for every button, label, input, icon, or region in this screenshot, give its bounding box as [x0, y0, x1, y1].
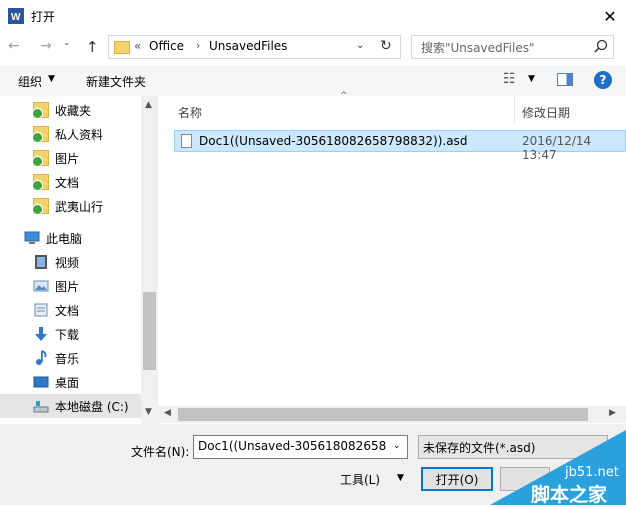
forward-button[interactable]: →: [40, 38, 60, 58]
folder-icon: [32, 102, 49, 119]
chevron-down-icon[interactable]: ⌄: [356, 40, 364, 51]
help-button[interactable]: ?: [594, 71, 612, 89]
folder-icon: [32, 150, 49, 167]
help-icon: ?: [599, 73, 607, 87]
music-icon: [36, 350, 47, 365]
scroll-thumb[interactable]: [178, 408, 588, 421]
folder-icon: [32, 198, 49, 215]
nav-item-this-pc[interactable]: 此电脑: [24, 226, 82, 250]
chevron-down-icon[interactable]: ▼: [397, 473, 404, 483]
video-icon: [35, 255, 47, 269]
chevron-down-icon[interactable]: ▼: [48, 74, 55, 84]
nav-item-label: 文档: [55, 175, 80, 190]
nav-item-videos[interactable]: 视频: [33, 250, 79, 274]
breadcrumb-office[interactable]: Office: [149, 39, 184, 53]
search-icon[interactable]: [593, 38, 609, 56]
watermark-brand: 脚本之家: [531, 484, 608, 506]
download-icon: [35, 327, 47, 341]
sort-ascending-icon: ^: [340, 91, 348, 101]
search-placeholder: 搜索"UnsavedFiles": [421, 41, 535, 55]
folder-icon: [32, 126, 49, 143]
scroll-left-icon[interactable]: ◀: [164, 408, 171, 418]
nav-item-downloads[interactable]: 下载: [33, 322, 79, 346]
navigation-pane: 收藏夹 私人资料 图片 文档 武夷山行 此电脑 视频 图片 文档 下载 音乐 桌…: [0, 96, 158, 424]
computer-icon: [24, 231, 40, 244]
tools-button[interactable]: 工具(L): [340, 471, 380, 488]
organize-button[interactable]: 组织: [18, 73, 42, 90]
folder-icon: [114, 41, 130, 54]
nav-item-documents-pinned[interactable]: 文档: [32, 170, 80, 194]
file-name: Doc1((Unsaved-305618082658798832)).asd: [199, 134, 468, 148]
nav-pane-scrollbar[interactable]: ▲ ▼: [141, 96, 158, 424]
svg-text:W: W: [11, 12, 21, 23]
filename-value: Doc1((Unsaved-30561808265879: [198, 439, 386, 453]
close-icon: ✕: [603, 6, 617, 26]
nav-item-private[interactable]: 私人资料: [32, 122, 104, 146]
nav-item-label: 文档: [55, 303, 80, 318]
close-button[interactable]: ✕: [596, 2, 624, 30]
command-toolbar: 组织 ▼ 新建文件夹 ☷ ▼ ?: [0, 66, 626, 96]
scroll-right-icon[interactable]: ▶: [609, 408, 616, 418]
address-bar[interactable]: « Office › UnsavedFiles ⌄ ↻: [108, 35, 401, 59]
nav-item-label: 图片: [55, 279, 80, 294]
column-header-name[interactable]: 名称: [178, 104, 202, 121]
word-app-icon: W: [8, 8, 24, 24]
file-date-modified: 2016/12/14 13:47: [522, 134, 592, 162]
breadcrumb-separator-icon[interactable]: ›: [196, 39, 200, 52]
nav-item-label: 桌面: [55, 375, 80, 390]
open-button-label: 打开(O): [435, 472, 479, 487]
file-icon: [181, 134, 192, 148]
watermark-site: jb51.net: [565, 465, 619, 480]
folder-icon: [32, 174, 49, 191]
view-options-icon[interactable]: ☷: [503, 71, 516, 87]
preview-pane-icon[interactable]: [557, 73, 573, 86]
nav-item-pictures[interactable]: 图片: [33, 274, 79, 298]
back-button[interactable]: ←: [8, 38, 28, 58]
nav-item-label: 武夷山行: [55, 199, 104, 214]
pictures-icon: [33, 280, 49, 292]
chevron-down-icon[interactable]: ▼: [528, 74, 535, 84]
search-input[interactable]: 搜索"UnsavedFiles": [411, 35, 614, 59]
title-bar: W 打开 ✕: [0, 0, 626, 32]
nav-item-label: 音乐: [55, 351, 80, 366]
nav-item-local-disk-c[interactable]: 本地磁盘 (C:): [0, 394, 141, 418]
file-row[interactable]: Doc1((Unsaved-305618082658798832)).asd 2…: [174, 130, 626, 162]
new-folder-button[interactable]: 新建文件夹: [86, 73, 146, 90]
chevron-down-icon[interactable]: ⌄: [393, 441, 401, 451]
up-folder-button[interactable]: ↑: [86, 38, 106, 58]
breadcrumb-unsavedfiles[interactable]: UnsavedFiles: [209, 39, 287, 53]
drive-icon: [33, 401, 49, 413]
nav-item-label: 此电脑: [46, 231, 83, 246]
filename-field[interactable]: Doc1((Unsaved-30561808265879 ⌄: [193, 435, 408, 459]
file-list-horizontal-scrollbar[interactable]: ◀ ▶: [158, 406, 626, 423]
scroll-down-icon[interactable]: ▼: [145, 407, 152, 417]
nav-item-label: 本地磁盘 (C:): [55, 399, 129, 414]
nav-item-documents[interactable]: 文档: [33, 298, 79, 322]
refresh-icon[interactable]: ↻: [380, 38, 392, 54]
nav-item-favorites[interactable]: 收藏夹: [32, 98, 92, 122]
recent-locations-button[interactable]: ⌄: [63, 38, 79, 58]
nav-item-wuyishan[interactable]: 武夷山行: [32, 194, 104, 218]
documents-icon: [34, 303, 48, 317]
overflow-chevron-icon[interactable]: «: [134, 39, 141, 53]
nav-item-label: 私人资料: [55, 127, 104, 142]
column-header-date-modified[interactable]: 修改日期: [522, 104, 570, 121]
nav-item-label: 视频: [55, 255, 80, 270]
scroll-up-icon[interactable]: ▲: [145, 100, 152, 110]
column-divider[interactable]: [514, 96, 515, 122]
scroll-thumb[interactable]: [143, 292, 156, 370]
window-title: 打开: [31, 10, 56, 24]
nav-item-pictures-pinned[interactable]: 图片: [32, 146, 80, 170]
nav-item-label: 图片: [55, 151, 80, 166]
open-button[interactable]: 打开(O): [421, 467, 493, 491]
nav-item-label: 收藏夹: [55, 103, 92, 118]
nav-item-desktop[interactable]: 桌面: [33, 370, 79, 394]
nav-item-label: 下载: [55, 327, 80, 342]
filename-label: 文件名(N):: [131, 445, 190, 459]
nav-item-music[interactable]: 音乐: [33, 346, 79, 370]
desktop-icon: [33, 376, 49, 388]
